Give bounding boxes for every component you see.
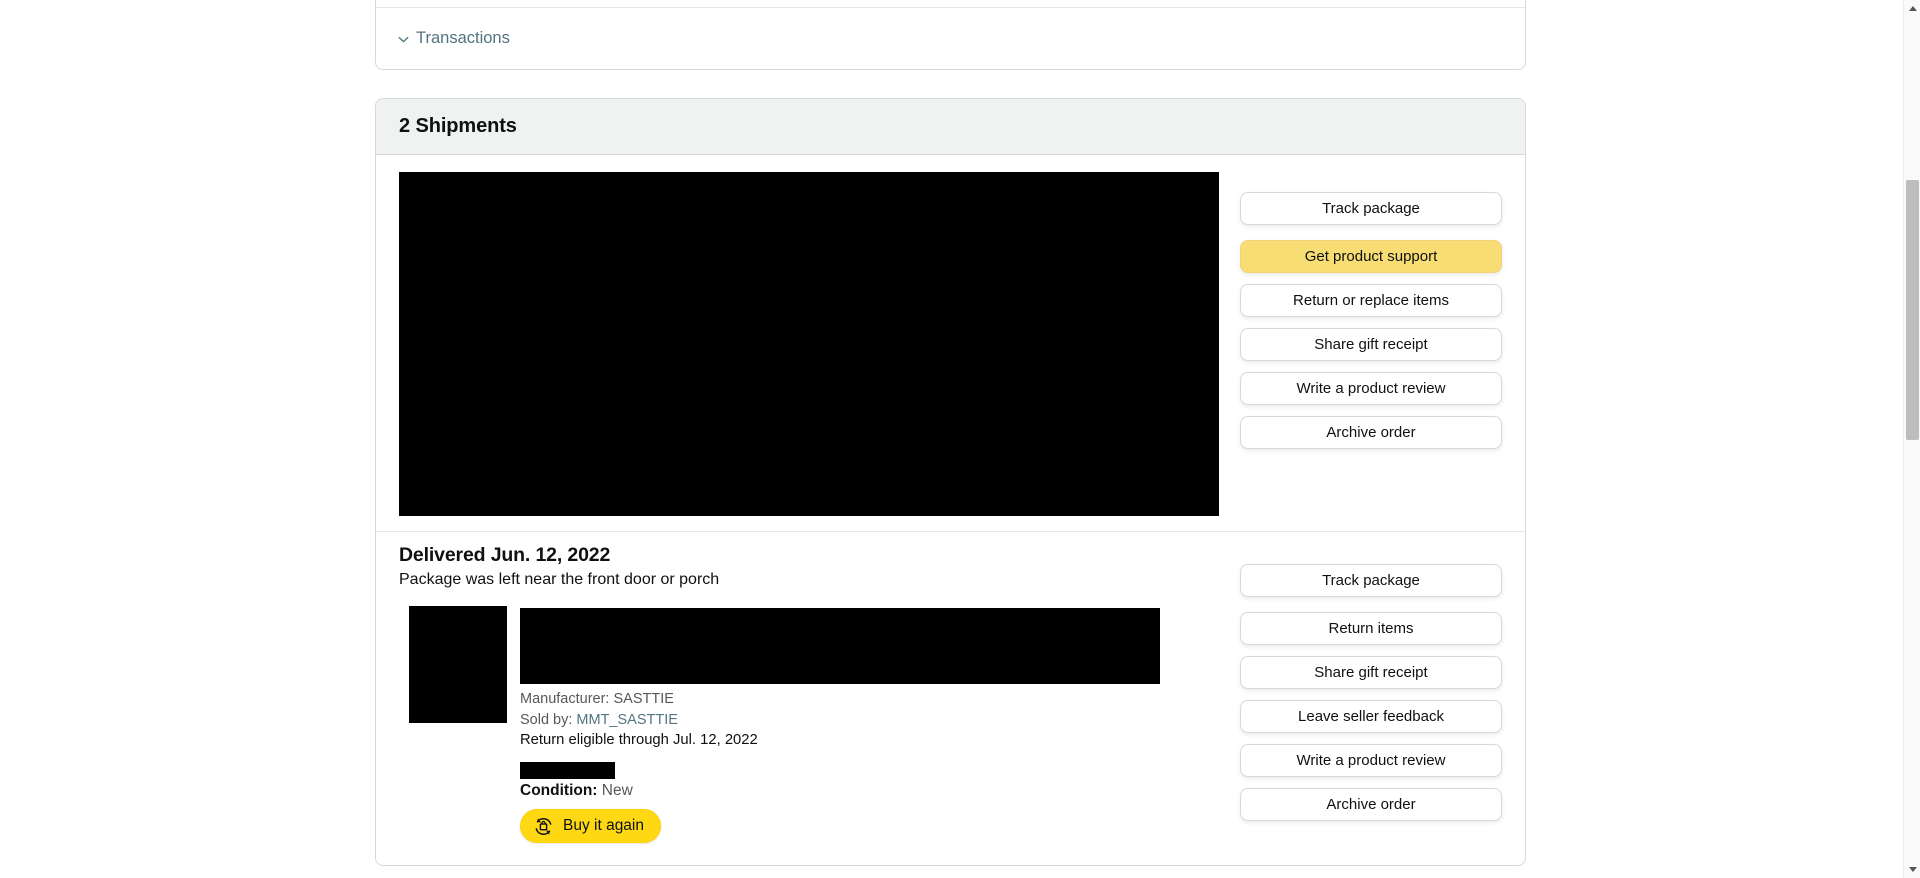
shipment-2: Delivered Jun. 12, 2022 Package was left… [376,532,1525,865]
shipment-1: Track package Get product support Return… [376,155,1525,516]
arrow-up-icon [1908,6,1917,11]
shipment-1-action-stack: Track package Get product support Return… [1240,192,1502,460]
buy-it-again-button[interactable]: Buy it again [520,809,661,844]
product-info: Manufacturer: SASTTIE Sold by: MMT_SASTT… [520,606,1212,844]
share-gift-receipt-button-2[interactable]: Share gift receipt [1240,656,1502,689]
product-title-redacted[interactable] [520,608,1160,684]
delivery-status-title: Delivered Jun. 12, 2022 [399,544,611,566]
track-package-button-2[interactable]: Track package [1240,564,1502,597]
seller-link[interactable]: MMT_SASTTIE [576,712,678,728]
scroll-up-button[interactable] [1904,0,1920,17]
shipment-2-actions: Track package Return items Share gift re… [1226,544,1502,832]
condition-value: New [601,782,633,800]
track-package-button-1[interactable]: Track package [1240,192,1502,225]
leave-seller-feedback-button[interactable]: Leave seller feedback [1240,700,1502,733]
shipment-1-redacted-content [399,172,1219,516]
write-a-product-review-button-1[interactable]: Write a product review [1240,372,1502,405]
transactions-toggle[interactable]: Transactions [398,30,510,47]
share-gift-receipt-button-1[interactable]: Share gift receipt [1240,328,1502,361]
arrow-down-icon [1908,867,1917,872]
vertical-scrollbar[interactable] [1903,0,1920,878]
shipment-1-actions: Track package Get product support Return… [1226,172,1502,460]
shipments-card: 2 Shipments Track package Get product su… [375,98,1526,867]
page-root: Transactions 2 Shipments Track package G [0,0,1920,878]
shipment-1-details [399,172,1226,516]
delivery-status-subtitle: Package was left near the front door or … [399,571,720,588]
buy-it-again-label: Buy it again [563,817,644,835]
buy-it-again-icon [533,816,554,837]
archive-order-button-2[interactable]: Archive order [1240,788,1502,821]
shipments-header: 2 Shipments [376,99,1525,155]
return-eligible-line: Return eligible through Jul. 12, 2022 [520,732,758,749]
condition-line: Condition: New [520,782,1212,800]
get-product-support-button[interactable]: Get product support [1240,240,1502,273]
return-items-button[interactable]: Return items [1240,612,1502,645]
price-redacted [520,762,615,780]
sold-by-prefix: Sold by: [520,711,577,728]
order-item-row: Manufacturer: SASTTIE Sold by: MMT_SASTT… [399,606,1212,844]
order-content-column: Transactions 2 Shipments Track package G [375,0,1526,867]
scrollbar-thumb[interactable] [1906,180,1919,440]
card-divider [376,0,1525,8]
transactions-label: Transactions [416,29,510,48]
shipment-2-details: Delivered Jun. 12, 2022 Package was left… [399,544,1226,844]
manufacturer-line: Manufacturer: SASTTIE [520,691,674,707]
archive-order-button-1[interactable]: Archive order [1240,416,1502,449]
chevron-down-icon [398,34,409,45]
transactions-card: Transactions [375,8,1526,70]
scroll-down-button[interactable] [1904,861,1920,878]
shipment-2-action-stack: Track package Return items Share gift re… [1240,564,1502,832]
sold-by-line: Sold by: MMT_SASTTIE [520,710,1212,731]
shipments-count-title: 2 Shipments [399,115,517,137]
previous-card-fragment [375,0,1526,8]
product-thumbnail[interactable] [409,606,507,723]
condition-label: Condition: [520,782,598,800]
write-a-product-review-button-2[interactable]: Write a product review [1240,744,1502,777]
return-or-replace-items-button[interactable]: Return or replace items [1240,284,1502,317]
shipments-body: Track package Get product support Return… [376,155,1525,865]
